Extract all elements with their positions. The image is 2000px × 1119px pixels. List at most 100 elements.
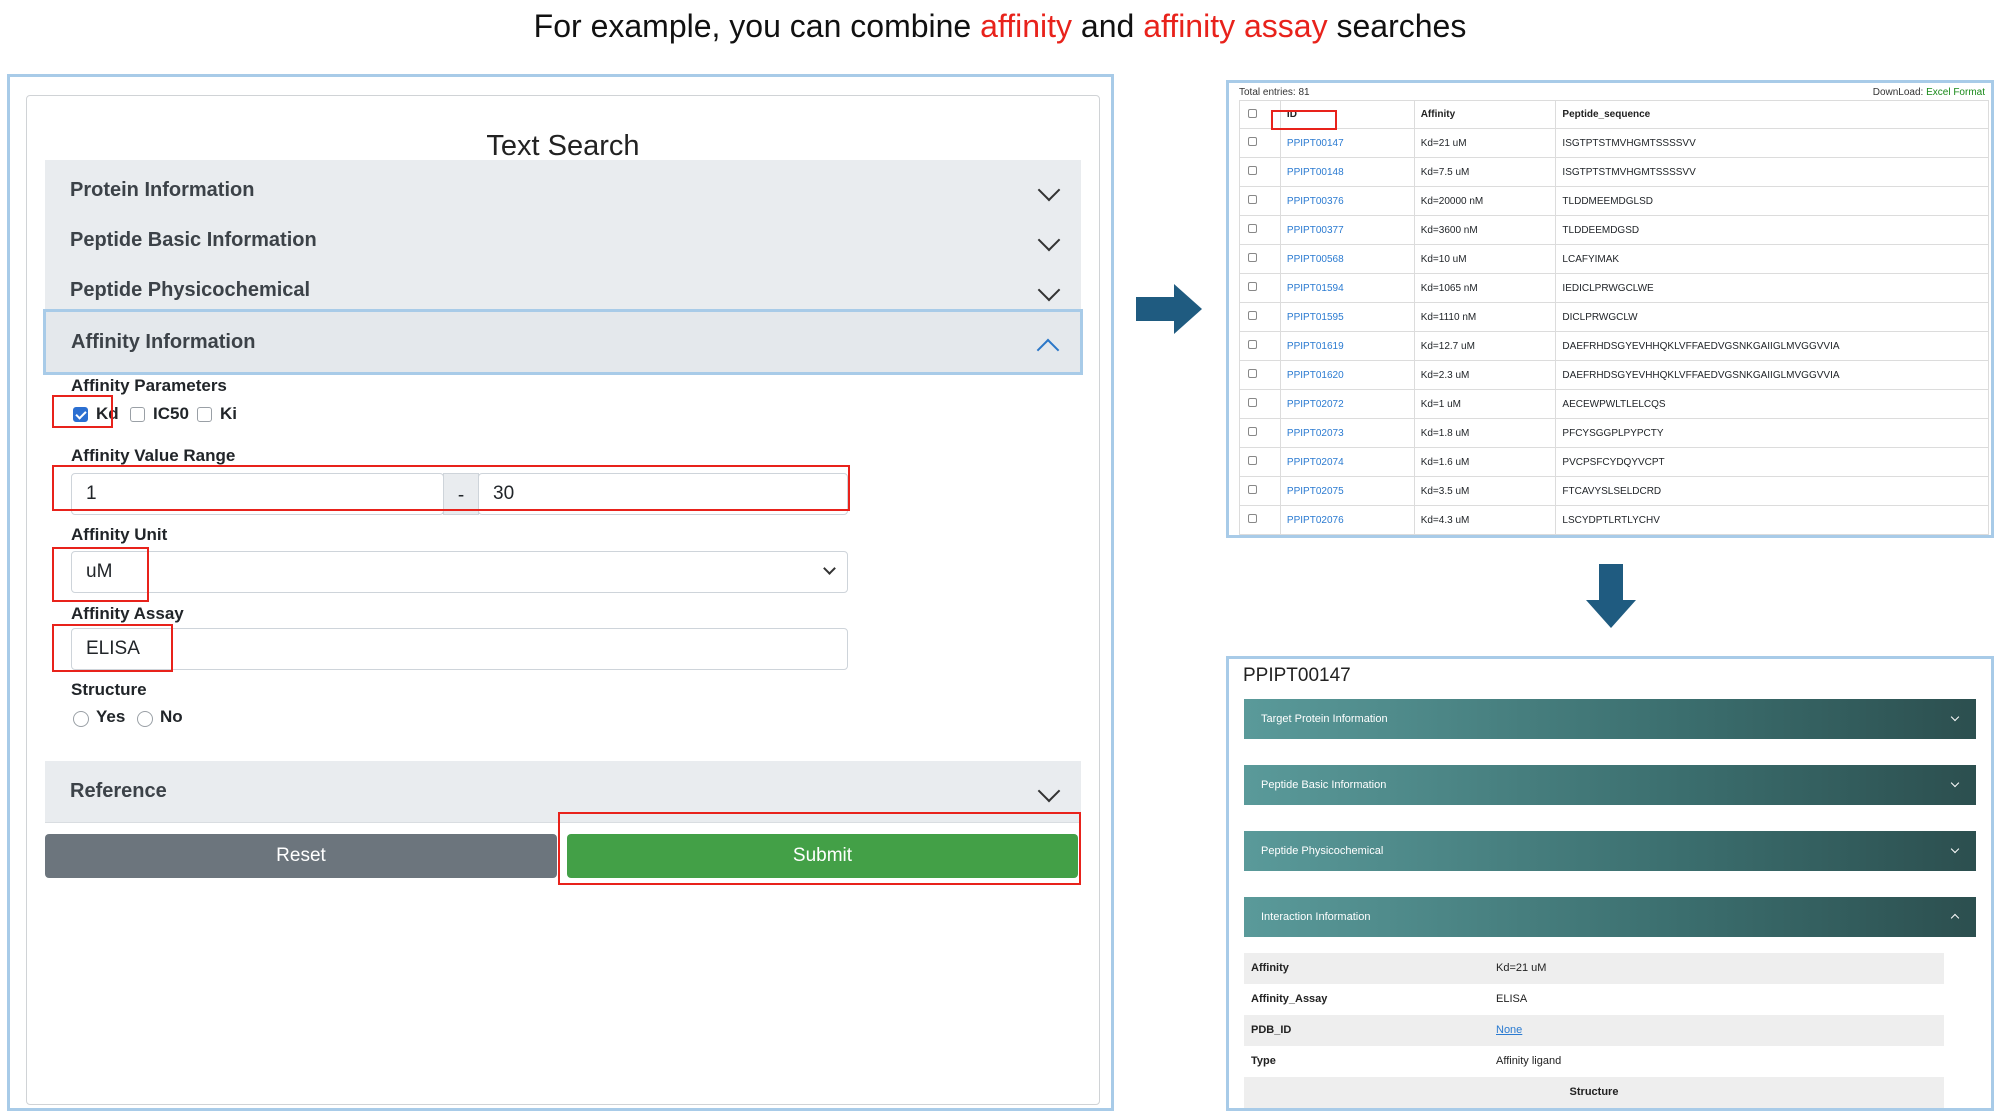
row-sequence: FTCAVYSLSELDCRD	[1555, 476, 1989, 506]
row-id-link[interactable]: PPIPT02075	[1279, 476, 1415, 506]
row-id-link[interactable]: PPIPT00568	[1279, 244, 1415, 274]
row-checkbox[interactable]	[1248, 166, 1257, 175]
row-sequence: DICLPRWGCLW	[1555, 302, 1989, 332]
row-id-link[interactable]: PPIPT02072	[1279, 389, 1415, 419]
row-checkbox[interactable]	[1248, 340, 1257, 349]
affinity-min-input[interactable]: 1	[71, 473, 444, 515]
excel-download-link[interactable]: Excel Format	[1926, 87, 1985, 98]
row-checkbox[interactable]	[1248, 369, 1257, 378]
section-label: Target Protein Information	[1261, 713, 1388, 725]
pdb-link[interactable]: None	[1496, 1015, 1522, 1046]
accordion-reference[interactable]: Reference	[45, 761, 1081, 823]
row-affinity: Kd=10 uM	[1413, 244, 1557, 274]
field-value: ELISA	[1496, 993, 1528, 1005]
range-separator: -	[443, 473, 479, 515]
row-id-link[interactable]: PPIPT01619	[1279, 331, 1415, 361]
table-row: PPIPT00147 Kd=21 uM ISGTPTSTMVHGMTSSSSVV	[1239, 128, 1989, 158]
row-select-cell[interactable]	[1239, 418, 1281, 448]
affinity-assay-input[interactable]: ELISA	[71, 628, 848, 670]
row-checkbox[interactable]	[1248, 456, 1257, 465]
row-select-cell[interactable]	[1239, 273, 1281, 303]
field-key: Affinity_Assay	[1251, 993, 1328, 1005]
row-affinity: Kd=20000 nM	[1413, 186, 1557, 216]
row-id-link[interactable]: PPIPT02073	[1279, 418, 1415, 448]
affinity-parameters-label: Affinity Parameters	[71, 376, 227, 395]
section-label: Peptide Physicochemical	[1261, 845, 1384, 857]
field-key: Type	[1251, 1055, 1276, 1067]
select-all-checkbox[interactable]	[1248, 108, 1257, 118]
row-checkbox[interactable]	[1248, 311, 1257, 320]
affinity-max-input[interactable]: 30	[478, 473, 848, 515]
row-select-cell[interactable]	[1239, 447, 1281, 477]
row-id-link[interactable]: PPIPT00148	[1279, 157, 1415, 187]
row-select-cell[interactable]	[1239, 302, 1281, 332]
row-select-cell[interactable]	[1239, 505, 1281, 535]
page-title: Text Search	[486, 130, 640, 162]
ki-checkbox[interactable]	[197, 407, 212, 422]
row-affinity: Kd=3.5 uM	[1413, 476, 1557, 506]
row-id-link[interactable]: PPIPT02074	[1279, 447, 1415, 477]
row-checkbox[interactable]	[1248, 253, 1257, 262]
detail-section-peptide-basic[interactable]: Peptide Basic Information	[1244, 765, 1976, 805]
headline: For example, you can combine affinity an…	[0, 8, 2000, 45]
row-select-cell[interactable]	[1239, 389, 1281, 419]
row-checkbox[interactable]	[1248, 282, 1257, 291]
row-select-cell[interactable]	[1239, 331, 1281, 361]
structure-label: Structure	[71, 680, 147, 699]
row-id-link[interactable]: PPIPT00147	[1279, 128, 1415, 158]
structure-no-label: No	[160, 707, 183, 726]
row-id-link[interactable]: PPIPT01620	[1279, 360, 1415, 390]
kd-checkbox[interactable]	[73, 407, 88, 422]
row-select-cell[interactable]	[1239, 128, 1281, 158]
table-row: PPIPT00377 Kd=3600 nM TLDDEEMDGSD	[1239, 215, 1989, 245]
accordion-label: Peptide Basic Information	[70, 229, 317, 251]
row-checkbox[interactable]	[1248, 485, 1257, 494]
structure-yes-radio[interactable]	[73, 711, 89, 727]
row-id-link[interactable]: PPIPT00376	[1279, 186, 1415, 216]
headline-text-3: searches	[1327, 8, 1467, 44]
arrow-down-icon	[1586, 564, 1636, 630]
table-row: PPIPT02072 Kd=1 uM AECEWPWLTLELCQS	[1239, 389, 1989, 419]
field-value: Kd=21 uM	[1496, 962, 1547, 974]
row-select-cell[interactable]	[1239, 215, 1281, 245]
row-sequence: ISGTPTSTMVHGMTSSSSVV	[1555, 128, 1989, 158]
row-select-cell[interactable]	[1239, 157, 1281, 187]
row-select-cell[interactable]	[1239, 186, 1281, 216]
row-id-link[interactable]: PPIPT01595	[1279, 302, 1415, 332]
results-table: ID Affinity Peptide_sequence PPIPT00147 K…	[1239, 100, 1989, 535]
row-id-link[interactable]: PPIPT00377	[1279, 215, 1415, 245]
detail-row-type: Type Affinity ligand	[1244, 1046, 1944, 1077]
row-checkbox[interactable]	[1248, 514, 1257, 523]
detail-section-physicochemical[interactable]: Peptide Physicochemical	[1244, 831, 1976, 871]
row-select-cell[interactable]	[1239, 360, 1281, 390]
accordion-affinity-information[interactable]: Affinity Information	[43, 309, 1083, 375]
reset-button[interactable]: Reset	[45, 834, 557, 878]
row-id-link[interactable]: PPIPT02076	[1279, 505, 1415, 535]
headline-highlight-affinity-assay: affinity assay	[1143, 8, 1328, 44]
row-checkbox[interactable]	[1248, 224, 1257, 233]
affinity-unit-select[interactable]: uM	[71, 551, 848, 593]
row-checkbox[interactable]	[1248, 137, 1257, 146]
row-checkbox[interactable]	[1248, 195, 1257, 204]
row-select-cell[interactable]	[1239, 244, 1281, 274]
row-checkbox[interactable]	[1248, 398, 1257, 407]
row-select-cell[interactable]	[1239, 476, 1281, 506]
row-checkbox[interactable]	[1248, 427, 1257, 436]
detail-section-interaction[interactable]: Interaction Information	[1244, 897, 1976, 937]
row-sequence: ISGTPTSTMVHGMTSSSSVV	[1555, 157, 1989, 187]
row-id-link[interactable]: PPIPT01594	[1279, 273, 1415, 303]
submit-button[interactable]: Submit	[567, 834, 1078, 878]
arrow-right-icon	[1136, 284, 1202, 334]
structure-no-radio[interactable]	[137, 711, 153, 727]
detail-section-target-protein[interactable]: Target Protein Information	[1244, 699, 1976, 739]
select-all-cell[interactable]	[1239, 100, 1281, 129]
row-sequence: LCAFYIMAK	[1555, 244, 1989, 274]
section-label: Peptide Basic Information	[1261, 779, 1387, 791]
accordion-label: Peptide Physicochemical	[70, 279, 311, 301]
table-row: PPIPT02075 Kd=3.5 uM FTCAVYSLSELDCRD	[1239, 476, 1989, 506]
ic50-checkbox[interactable]	[130, 407, 145, 422]
row-affinity: Kd=1 uM	[1413, 389, 1557, 419]
table-row: PPIPT00568 Kd=10 uM LCAFYIMAK	[1239, 244, 1989, 274]
structure-heading: Structure	[1569, 1086, 1619, 1098]
table-header-row: ID Affinity Peptide_sequence	[1239, 100, 1989, 129]
